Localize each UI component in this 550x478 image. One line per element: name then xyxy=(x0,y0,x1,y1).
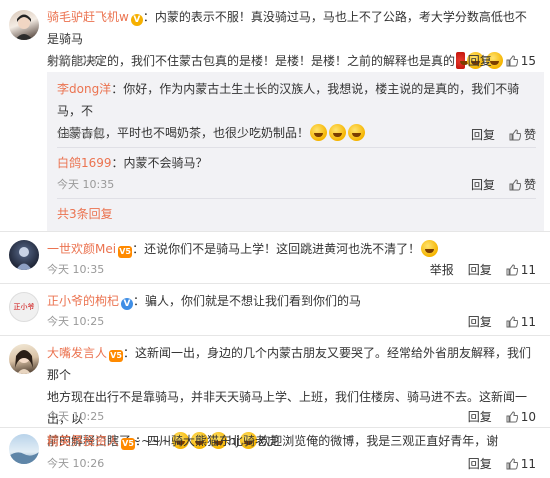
reply-button[interactable]: 回复 xyxy=(468,314,492,330)
comment-author[interactable]: 骑毛驴赶飞机w xyxy=(47,10,129,24)
thumbs-up-icon xyxy=(509,178,521,191)
reply-author[interactable]: 李dong洋 xyxy=(57,82,111,96)
reply-button[interactable]: 回复 xyxy=(471,176,495,193)
avatar-text: 正小爷 xyxy=(13,303,35,311)
like-count: 11 xyxy=(520,263,536,277)
comment-item: 一世欢颜Mei V5：还说你们不是骑马上学！这回跳进黄河也洗不清了！ 今天 10:… xyxy=(0,232,550,282)
level-badge-icon: V5 xyxy=(109,350,124,362)
comment-author[interactable]: 一世欢颜Mei xyxy=(47,242,116,256)
comment-time: 今天 10:33 xyxy=(47,54,105,67)
like-button[interactable]: 10 xyxy=(506,409,536,425)
laughing-emoji-icon xyxy=(310,124,328,141)
reply-author[interactable]: 白鸽1699 xyxy=(57,156,112,170)
more-replies-link[interactable]: 共3条回复 xyxy=(57,205,113,222)
like-button[interactable]: 赞 xyxy=(509,176,536,193)
reply-button[interactable]: 回复 xyxy=(468,53,492,69)
avatar[interactable] xyxy=(9,240,39,270)
comment-text: 正小爷的枸杞 V ：骗人，你们就是不想让我们看到你们的马 xyxy=(47,294,362,310)
like-button[interactable]: 赞 xyxy=(509,126,536,143)
comment-time: 今天 10:35 xyxy=(47,263,105,276)
like-label: 赞 xyxy=(523,178,536,192)
avatar[interactable] xyxy=(9,434,39,464)
thumbs-up-icon xyxy=(506,458,518,470)
avatar[interactable]: 正小爷 xyxy=(9,292,39,322)
reply-button[interactable]: 回复 xyxy=(468,409,492,425)
avatar[interactable] xyxy=(9,344,39,374)
like-count: 11 xyxy=(520,315,536,329)
comment-time: 今天 10:25 xyxy=(47,315,105,328)
verified-badge-icon: V xyxy=(130,14,143,26)
comment-time: 今天 10:26 xyxy=(47,457,105,470)
reply-button[interactable]: 回复 xyxy=(471,126,495,143)
comment-time: 今天 10:25 xyxy=(47,410,105,423)
reply-button[interactable]: 回复 xyxy=(468,262,492,278)
comment-item: 精英界投资人 V5：四川骑大熊猫东北骑老虎 今天 10:26 回复 11 xyxy=(0,428,550,478)
thumbs-up-icon xyxy=(509,128,521,141)
comment-author[interactable]: 正小爷的枸杞 xyxy=(47,294,119,308)
level-badge-icon: V5 xyxy=(118,246,133,258)
thumbs-up-icon xyxy=(506,55,518,67)
laughing-emoji-icon xyxy=(329,124,347,141)
comment-item: 正小爷 正小爷的枸杞 V ：骗人，你们就是不想让我们看到你们的马 今天 10:25 … xyxy=(0,284,550,334)
reply-list: 李dong洋：你好，作为内蒙古土生土长的汉族人，我想说，楼主说的是真的，我们不骑… xyxy=(47,72,544,232)
thumbs-up-icon xyxy=(506,411,518,423)
reply-time: 今天 10:35 xyxy=(57,178,115,191)
like-count: 15 xyxy=(520,54,536,68)
like-count: 10 xyxy=(520,410,536,424)
laughing-emoji-icon xyxy=(421,240,439,257)
thumbs-up-icon xyxy=(506,264,518,276)
comment-item: 骑毛驴赶飞机w V ：内蒙的表示不服！真没骑过马，马也上不了公路，考大学分数高低也不… xyxy=(0,0,550,236)
comment-text: 一世欢颜Mei V5：还说你们不是骑马上学！这回跳进黄河也洗不清了！ xyxy=(47,238,532,260)
level-badge-icon: V5 xyxy=(121,438,136,450)
like-button[interactable]: 11 xyxy=(506,314,536,330)
thumbs-up-icon xyxy=(506,316,518,328)
comment-author[interactable]: 大嘴发言人 xyxy=(47,346,107,360)
laughing-emoji-icon xyxy=(348,124,366,141)
reply-text: 白鸽1699：内蒙不会骑马？ xyxy=(57,156,208,170)
reply-time: 54分钟前 xyxy=(57,128,104,141)
like-label: 赞 xyxy=(523,128,536,142)
avatar[interactable] xyxy=(9,10,39,40)
like-button[interactable]: 11 xyxy=(506,456,536,472)
reply-button[interactable]: 回复 xyxy=(468,456,492,472)
comment-author[interactable]: 精英界投资人 xyxy=(47,434,119,448)
report-button[interactable]: 举报 xyxy=(430,262,454,278)
comment-item: 大嘴发言人 V5：这新闻一出，身边的几个内蒙古朋友又要哭了。经常给外省朋友解释，我… xyxy=(0,336,550,449)
like-button[interactable]: 15 xyxy=(506,53,536,69)
like-count: 11 xyxy=(520,457,536,471)
comment-text: 精英界投资人 V5：四川骑大熊猫东北骑老虎 xyxy=(47,434,280,450)
like-button[interactable]: 11 xyxy=(506,262,536,278)
verified-badge-icon: V xyxy=(121,298,134,310)
